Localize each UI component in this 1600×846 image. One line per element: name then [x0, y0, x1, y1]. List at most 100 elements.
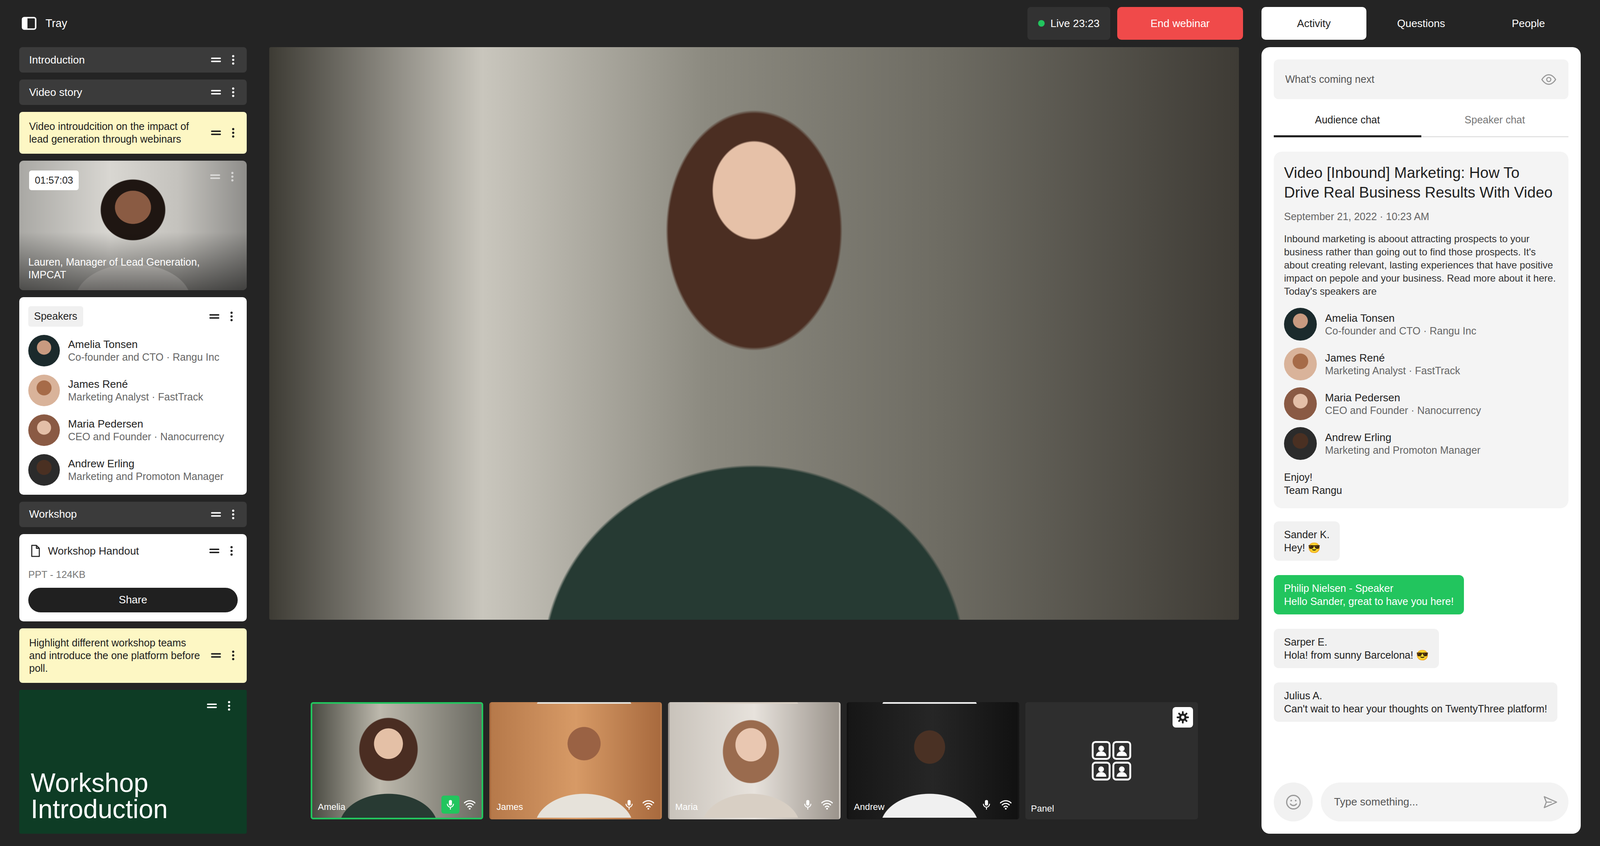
emoji-button[interactable]	[1273, 782, 1313, 822]
speaker-row: Maria PedersenCEO and Founder · Nanocurr…	[1284, 387, 1559, 421]
participant-name: Maria	[675, 800, 698, 814]
speaker-name: Amelia Tonsen	[1325, 311, 1477, 325]
live-dot	[1038, 20, 1045, 27]
speaker-name: Andrew Erling	[1325, 431, 1481, 444]
mic-status[interactable]	[798, 795, 817, 814]
participant-name: Amelia	[318, 800, 346, 814]
participant-tile[interactable]: Amelia	[310, 702, 484, 820]
speaker-row: Andrew ErlingMarketing and Promoton Mana…	[1284, 427, 1559, 460]
speaker-row: Maria PedersenCEO and Founder · Nanocurr…	[28, 414, 238, 446]
drag-handle-icon[interactable]	[209, 649, 223, 662]
speaker-name: Maria Pedersen	[1325, 391, 1482, 405]
settings-button[interactable]	[1172, 706, 1194, 728]
drag-handle-icon[interactable]	[209, 53, 223, 66]
speaker-text: James RenéMarketing Analyst · FastTrack	[68, 377, 204, 403]
coming-next-label: What's coming next	[1285, 71, 1375, 88]
panel-tab[interactable]: People	[1475, 6, 1581, 40]
drag-handle-icon[interactable]	[209, 86, 223, 99]
speakers-header: Speakers	[28, 306, 238, 327]
section-label: Workshop	[29, 506, 78, 523]
section-item[interactable]: Workshop	[19, 501, 247, 528]
send-icon[interactable]	[1542, 793, 1559, 811]
sidebar-toggle-icon[interactable]	[20, 15, 38, 32]
live-label: Live 23:23	[1050, 15, 1100, 32]
speaker-row: James RenéMarketing Analyst · FastTrack	[28, 374, 238, 407]
live-indicator: Live 23:23	[1027, 6, 1111, 40]
note-text: Video introudcition on the impact of lea…	[29, 120, 205, 146]
speaker-role: Marketing Analyst · FastTrack	[68, 390, 204, 403]
speaker-avatar	[1284, 387, 1317, 421]
closing-line: Team Rangu	[1284, 483, 1559, 497]
share-button[interactable]: Share	[28, 587, 238, 613]
signal-icon	[641, 795, 656, 814]
speaker-role: Co-founder and CTO · Rangu Inc	[1325, 324, 1477, 337]
drag-handle-icon[interactable]	[205, 699, 219, 712]
participant-status	[977, 795, 1013, 814]
speaker-avatar	[1284, 347, 1317, 381]
participant-tile[interactable]: James	[489, 702, 662, 820]
item-actions	[209, 120, 240, 146]
speaker-list: Amelia TonsenCo-founder and CTO · Rangu …	[1284, 307, 1559, 460]
signal-icon	[820, 795, 835, 814]
participant-status	[620, 795, 656, 814]
more-icon[interactable]	[227, 126, 240, 139]
speaker-row: Amelia TonsenCo-founder and CTO · Rangu …	[1284, 307, 1559, 341]
post-date: September 21, 2022 · 10:23 AM	[1284, 209, 1559, 225]
speaker-role: CEO and Founder · Nanocurrency	[1325, 404, 1482, 417]
speaker-list: Amelia TonsenCo-founder and CTO · Rangu …	[28, 334, 238, 486]
speaker-role: Co-founder and CTO · Rangu Inc	[68, 350, 220, 364]
video-item[interactable]: 01:57:03Lauren, Manager of Lead Generati…	[19, 160, 247, 291]
speaker-name: James René	[1325, 351, 1461, 365]
signal-icon	[462, 795, 477, 814]
speakers-item[interactable]: Speakers Amelia TonsenCo-founder and CTO …	[19, 297, 247, 495]
more-icon[interactable]	[226, 170, 239, 183]
note-item[interactable]: Video introudcition on the impact of lea…	[19, 111, 247, 154]
speaker-text: Andrew ErlingMarketing and Promoton Mana…	[68, 457, 224, 483]
speaker-avatar	[1284, 307, 1317, 341]
more-icon[interactable]	[225, 310, 238, 323]
more-icon[interactable]	[227, 649, 240, 662]
more-icon[interactable]	[227, 53, 240, 66]
mic-status[interactable]	[620, 795, 639, 814]
note-item[interactable]: Highlight different workshop teams and i…	[19, 628, 247, 683]
chat-tab[interactable]: Speaker chat	[1421, 112, 1569, 138]
mic-status[interactable]	[977, 795, 996, 814]
panel-tile[interactable]: Panel	[1025, 702, 1198, 820]
speaker-name: James René	[68, 377, 204, 391]
drag-handle-icon[interactable]	[208, 544, 221, 557]
participant-tile[interactable]: Andrew	[846, 702, 1020, 820]
section-item[interactable]: Introduction	[19, 47, 247, 73]
slide-item[interactable]: Workshop Introduction	[19, 689, 247, 835]
eye-icon[interactable]	[1540, 71, 1557, 88]
more-icon[interactable]	[225, 544, 238, 557]
end-webinar-button[interactable]: End webinar	[1117, 6, 1244, 40]
more-icon[interactable]	[227, 508, 240, 521]
message-input[interactable]	[1333, 793, 1537, 811]
drag-handle-icon[interactable]	[209, 170, 222, 183]
section-item[interactable]: Video story	[19, 79, 247, 105]
gear-icon	[1175, 710, 1190, 725]
participant-name: Andrew	[854, 800, 885, 814]
drag-handle-icon[interactable]	[209, 126, 223, 139]
people-grid-icon	[1088, 738, 1135, 784]
participant-name: James	[496, 800, 524, 814]
panel-tab[interactable]: Questions	[1368, 6, 1474, 40]
participant-tile[interactable]: Maria	[668, 702, 841, 820]
more-icon[interactable]	[227, 86, 240, 99]
file-item[interactable]: Workshop HandoutPPT - 124KBShare	[19, 534, 247, 622]
message-text: Hey! 😎	[1284, 540, 1330, 555]
mic-status[interactable]	[441, 795, 460, 814]
panel-label: Panel	[1031, 801, 1055, 816]
panel-tab[interactable]: Activity	[1261, 6, 1367, 40]
more-icon[interactable]	[222, 699, 236, 712]
coming-next-field[interactable]: What's coming next	[1273, 59, 1569, 100]
drag-handle-icon[interactable]	[208, 310, 221, 323]
chat-tab[interactable]: Audience chat	[1273, 112, 1422, 138]
chat-message: Julius A.Can't wait to hear your thought…	[1273, 682, 1558, 722]
speaker-role: Marketing Analyst · FastTrack	[1325, 364, 1461, 377]
drag-handle-icon[interactable]	[209, 508, 223, 521]
participant-status	[441, 795, 477, 814]
speaker-row: Andrew ErlingMarketing and Promoton Mana…	[28, 454, 238, 486]
message-author: Philip Nielsen - Speaker	[1284, 581, 1454, 595]
message-text: Hola! from sunny Barcelona! 😎	[1284, 648, 1429, 662]
